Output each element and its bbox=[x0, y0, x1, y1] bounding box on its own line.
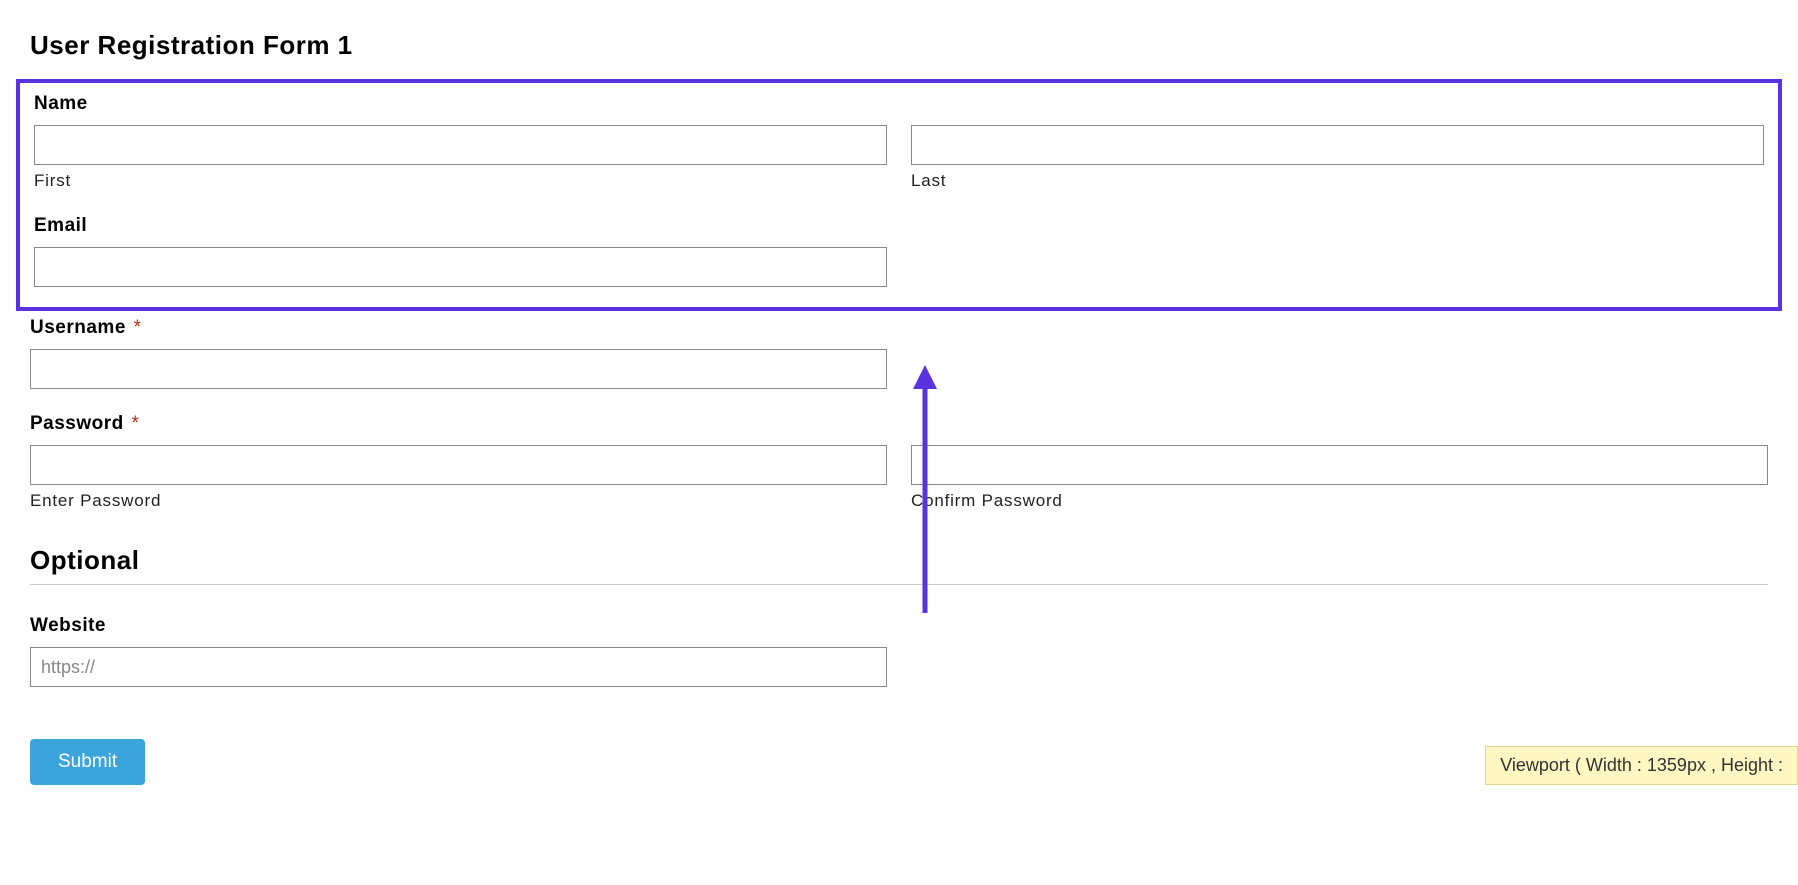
username-input[interactable] bbox=[30, 349, 887, 389]
name-field-group: Name First Last bbox=[34, 93, 1764, 191]
last-name-input[interactable] bbox=[911, 125, 1764, 165]
name-input-row: First Last bbox=[34, 125, 1764, 191]
username-required-star: * bbox=[134, 317, 142, 338]
viewport-badge: Viewport ( Width : 1359px , Height : bbox=[1485, 746, 1798, 785]
username-input-wrap bbox=[30, 349, 887, 389]
website-label: Website bbox=[30, 615, 1768, 637]
password-label: Password * bbox=[30, 413, 1768, 435]
password-label-text: Password bbox=[30, 413, 124, 434]
confirm-password-column: Confirm Password bbox=[911, 445, 1768, 511]
website-input-wrap bbox=[30, 647, 887, 687]
password-input-row: Enter Password Confirm Password bbox=[30, 445, 1768, 511]
username-field-group: Username * bbox=[30, 317, 1768, 389]
enter-password-sublabel: Enter Password bbox=[30, 491, 887, 511]
email-field-group: Email bbox=[34, 215, 1764, 287]
form-container: User Registration Form 1 Name First Last bbox=[0, 0, 1798, 785]
last-name-column: Last bbox=[911, 125, 1764, 191]
form-title: User Registration Form 1 bbox=[30, 30, 1768, 61]
password-field-group: Password * Enter Password Confirm Passwo… bbox=[30, 413, 1768, 511]
confirm-password-sublabel: Confirm Password bbox=[911, 491, 1768, 511]
last-name-sublabel: Last bbox=[911, 171, 1764, 191]
username-label-text: Username bbox=[30, 317, 126, 338]
optional-section-heading: Optional bbox=[30, 545, 1768, 576]
annotation-highlight-box: Name First Last Email bbox=[16, 79, 1782, 311]
enter-password-column: Enter Password bbox=[30, 445, 887, 511]
first-name-column: First bbox=[34, 125, 887, 191]
first-name-sublabel: First bbox=[34, 171, 887, 191]
first-name-input[interactable] bbox=[34, 125, 887, 165]
username-label: Username * bbox=[30, 317, 1768, 339]
password-required-star: * bbox=[132, 413, 140, 434]
email-label: Email bbox=[34, 215, 1764, 237]
website-field-group: Website bbox=[30, 615, 1768, 687]
name-label: Name bbox=[34, 93, 1764, 115]
website-input[interactable] bbox=[30, 647, 887, 687]
email-input-wrap bbox=[34, 247, 887, 287]
email-input[interactable] bbox=[34, 247, 887, 287]
section-divider bbox=[30, 584, 1768, 585]
enter-password-input[interactable] bbox=[30, 445, 887, 485]
confirm-password-input[interactable] bbox=[911, 445, 1768, 485]
submit-button[interactable]: Submit bbox=[30, 739, 145, 785]
